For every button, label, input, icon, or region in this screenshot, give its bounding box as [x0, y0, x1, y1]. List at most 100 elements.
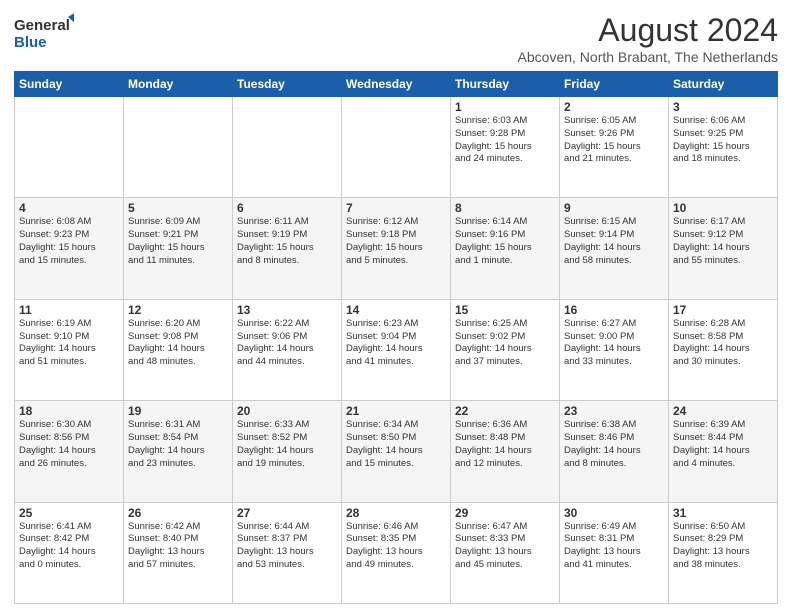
cell-2-3: 14Sunrise: 6:23 AM Sunset: 9:04 PM Dayli… — [342, 299, 451, 400]
day-info: Sunrise: 6:11 AM Sunset: 9:19 PM Dayligh… — [237, 216, 337, 267]
cell-3-4: 22Sunrise: 6:36 AM Sunset: 8:48 PM Dayli… — [451, 401, 560, 502]
col-thursday: Thursday — [451, 72, 560, 97]
cell-0-6: 3Sunrise: 6:06 AM Sunset: 9:25 PM Daylig… — [669, 97, 778, 198]
cell-0-5: 2Sunrise: 6:05 AM Sunset: 9:26 PM Daylig… — [560, 97, 669, 198]
day-number: 31 — [673, 506, 773, 520]
cell-0-2 — [233, 97, 342, 198]
col-tuesday: Tuesday — [233, 72, 342, 97]
day-number: 3 — [673, 100, 773, 114]
day-number: 26 — [128, 506, 228, 520]
col-saturday: Saturday — [669, 72, 778, 97]
cell-2-5: 16Sunrise: 6:27 AM Sunset: 9:00 PM Dayli… — [560, 299, 669, 400]
day-info: Sunrise: 6:42 AM Sunset: 8:40 PM Dayligh… — [128, 521, 228, 572]
day-info: Sunrise: 6:05 AM Sunset: 9:26 PM Dayligh… — [564, 115, 664, 166]
day-number: 2 — [564, 100, 664, 114]
cell-2-4: 15Sunrise: 6:25 AM Sunset: 9:02 PM Dayli… — [451, 299, 560, 400]
cell-0-1 — [124, 97, 233, 198]
day-info: Sunrise: 6:22 AM Sunset: 9:06 PM Dayligh… — [237, 318, 337, 369]
day-number: 28 — [346, 506, 446, 520]
cell-1-0: 4Sunrise: 6:08 AM Sunset: 9:23 PM Daylig… — [15, 198, 124, 299]
day-info: Sunrise: 6:27 AM Sunset: 9:00 PM Dayligh… — [564, 318, 664, 369]
logo: General Blue — [14, 12, 74, 52]
day-info: Sunrise: 6:23 AM Sunset: 9:04 PM Dayligh… — [346, 318, 446, 369]
day-number: 15 — [455, 303, 555, 317]
day-info: Sunrise: 6:34 AM Sunset: 8:50 PM Dayligh… — [346, 419, 446, 470]
day-number: 16 — [564, 303, 664, 317]
svg-text:General: General — [14, 17, 70, 34]
day-number: 19 — [128, 404, 228, 418]
cell-4-1: 26Sunrise: 6:42 AM Sunset: 8:40 PM Dayli… — [124, 502, 233, 603]
day-info: Sunrise: 6:25 AM Sunset: 9:02 PM Dayligh… — [455, 318, 555, 369]
col-monday: Monday — [124, 72, 233, 97]
day-number: 17 — [673, 303, 773, 317]
day-info: Sunrise: 6:20 AM Sunset: 9:08 PM Dayligh… — [128, 318, 228, 369]
cell-3-2: 20Sunrise: 6:33 AM Sunset: 8:52 PM Dayli… — [233, 401, 342, 502]
cell-2-1: 12Sunrise: 6:20 AM Sunset: 9:08 PM Dayli… — [124, 299, 233, 400]
day-number: 6 — [237, 201, 337, 215]
logo-svg: General Blue — [14, 12, 74, 52]
day-number: 29 — [455, 506, 555, 520]
day-info: Sunrise: 6:38 AM Sunset: 8:46 PM Dayligh… — [564, 419, 664, 470]
day-info: Sunrise: 6:06 AM Sunset: 9:25 PM Dayligh… — [673, 115, 773, 166]
cell-3-3: 21Sunrise: 6:34 AM Sunset: 8:50 PM Dayli… — [342, 401, 451, 502]
day-info: Sunrise: 6:41 AM Sunset: 8:42 PM Dayligh… — [19, 521, 119, 572]
cell-1-5: 9Sunrise: 6:15 AM Sunset: 9:14 PM Daylig… — [560, 198, 669, 299]
cell-4-3: 28Sunrise: 6:46 AM Sunset: 8:35 PM Dayli… — [342, 502, 451, 603]
cell-2-0: 11Sunrise: 6:19 AM Sunset: 9:10 PM Dayli… — [15, 299, 124, 400]
day-number: 30 — [564, 506, 664, 520]
day-info: Sunrise: 6:03 AM Sunset: 9:28 PM Dayligh… — [455, 115, 555, 166]
day-number: 14 — [346, 303, 446, 317]
cell-0-3 — [342, 97, 451, 198]
day-info: Sunrise: 6:44 AM Sunset: 8:37 PM Dayligh… — [237, 521, 337, 572]
day-info: Sunrise: 6:15 AM Sunset: 9:14 PM Dayligh… — [564, 216, 664, 267]
cell-2-2: 13Sunrise: 6:22 AM Sunset: 9:06 PM Dayli… — [233, 299, 342, 400]
day-number: 20 — [237, 404, 337, 418]
col-sunday: Sunday — [15, 72, 124, 97]
cell-4-0: 25Sunrise: 6:41 AM Sunset: 8:42 PM Dayli… — [15, 502, 124, 603]
day-info: Sunrise: 6:39 AM Sunset: 8:44 PM Dayligh… — [673, 419, 773, 470]
day-number: 1 — [455, 100, 555, 114]
day-info: Sunrise: 6:14 AM Sunset: 9:16 PM Dayligh… — [455, 216, 555, 267]
header: General Blue August 2024 Abcoven, North … — [14, 12, 778, 65]
cell-1-3: 7Sunrise: 6:12 AM Sunset: 9:18 PM Daylig… — [342, 198, 451, 299]
day-info: Sunrise: 6:47 AM Sunset: 8:33 PM Dayligh… — [455, 521, 555, 572]
week-row-2: 11Sunrise: 6:19 AM Sunset: 9:10 PM Dayli… — [15, 299, 778, 400]
day-info: Sunrise: 6:09 AM Sunset: 9:21 PM Dayligh… — [128, 216, 228, 267]
cell-3-1: 19Sunrise: 6:31 AM Sunset: 8:54 PM Dayli… — [124, 401, 233, 502]
cell-0-0 — [15, 97, 124, 198]
col-friday: Friday — [560, 72, 669, 97]
day-info: Sunrise: 6:19 AM Sunset: 9:10 PM Dayligh… — [19, 318, 119, 369]
day-number: 27 — [237, 506, 337, 520]
day-info: Sunrise: 6:08 AM Sunset: 9:23 PM Dayligh… — [19, 216, 119, 267]
cell-1-1: 5Sunrise: 6:09 AM Sunset: 9:21 PM Daylig… — [124, 198, 233, 299]
day-number: 5 — [128, 201, 228, 215]
day-info: Sunrise: 6:49 AM Sunset: 8:31 PM Dayligh… — [564, 521, 664, 572]
cell-2-6: 17Sunrise: 6:28 AM Sunset: 8:58 PM Dayli… — [669, 299, 778, 400]
day-number: 11 — [19, 303, 119, 317]
page: General Blue August 2024 Abcoven, North … — [0, 0, 792, 612]
day-number: 23 — [564, 404, 664, 418]
cell-4-5: 30Sunrise: 6:49 AM Sunset: 8:31 PM Dayli… — [560, 502, 669, 603]
day-number: 10 — [673, 201, 773, 215]
week-row-3: 18Sunrise: 6:30 AM Sunset: 8:56 PM Dayli… — [15, 401, 778, 502]
cell-3-0: 18Sunrise: 6:30 AM Sunset: 8:56 PM Dayli… — [15, 401, 124, 502]
cell-4-2: 27Sunrise: 6:44 AM Sunset: 8:37 PM Dayli… — [233, 502, 342, 603]
cell-4-4: 29Sunrise: 6:47 AM Sunset: 8:33 PM Dayli… — [451, 502, 560, 603]
cell-0-4: 1Sunrise: 6:03 AM Sunset: 9:28 PM Daylig… — [451, 97, 560, 198]
week-row-1: 4Sunrise: 6:08 AM Sunset: 9:23 PM Daylig… — [15, 198, 778, 299]
day-number: 21 — [346, 404, 446, 418]
svg-text:Blue: Blue — [14, 34, 47, 51]
month-year: August 2024 — [518, 12, 778, 49]
day-number: 18 — [19, 404, 119, 418]
col-wednesday: Wednesday — [342, 72, 451, 97]
cell-1-4: 8Sunrise: 6:14 AM Sunset: 9:16 PM Daylig… — [451, 198, 560, 299]
day-number: 9 — [564, 201, 664, 215]
day-info: Sunrise: 6:28 AM Sunset: 8:58 PM Dayligh… — [673, 318, 773, 369]
location: Abcoven, North Brabant, The Netherlands — [518, 49, 778, 65]
week-row-4: 25Sunrise: 6:41 AM Sunset: 8:42 PM Dayli… — [15, 502, 778, 603]
calendar-table: Sunday Monday Tuesday Wednesday Thursday… — [14, 71, 778, 604]
cell-3-5: 23Sunrise: 6:38 AM Sunset: 8:46 PM Dayli… — [560, 401, 669, 502]
cell-3-6: 24Sunrise: 6:39 AM Sunset: 8:44 PM Dayli… — [669, 401, 778, 502]
day-number: 22 — [455, 404, 555, 418]
day-info: Sunrise: 6:12 AM Sunset: 9:18 PM Dayligh… — [346, 216, 446, 267]
